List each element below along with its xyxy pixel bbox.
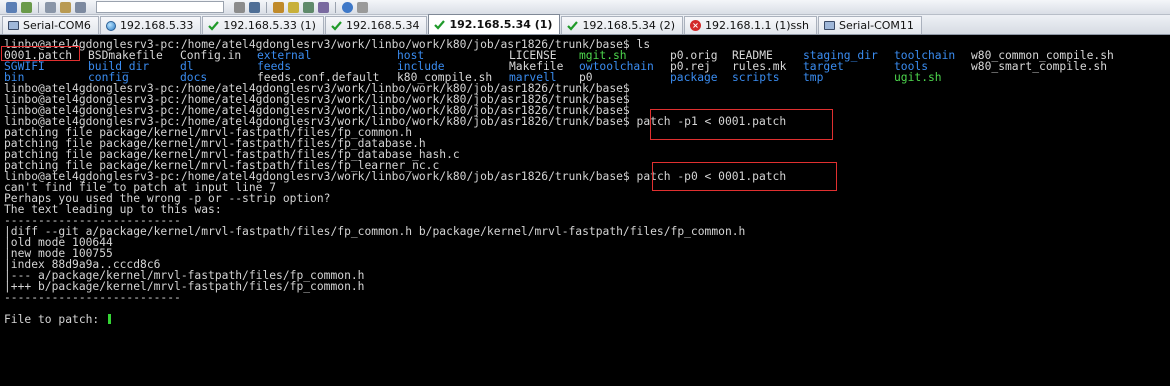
paste-icon[interactable] — [60, 1, 71, 13]
terminal-window[interactable]: linbo@atel4gdonglesrv3-pc:/home/atel4gdo… — [0, 36, 1170, 386]
session-tab-label: Serial-COM6 — [23, 19, 91, 32]
globe-icon — [105, 20, 116, 31]
ls-entry: scripts — [732, 71, 780, 84]
lock-icon[interactable] — [357, 1, 368, 13]
help-icon[interactable] — [342, 1, 353, 13]
check-icon — [567, 20, 579, 31]
session-tab-label: Serial-COM11 — [839, 19, 914, 32]
session-tab-label: 192.168.5.34 — [345, 19, 420, 32]
session-tab-label: 192.168.5.33 (1) — [223, 19, 316, 32]
session-tab-label: 192.168.5.34 (1) — [449, 18, 553, 31]
ls-entry: w80_smart_compile.sh — [971, 60, 1108, 73]
session-tab-bar: Serial-COM6 192.168.5.33 192.168.5.33 (1) 1… — [0, 14, 1170, 35]
session-tab[interactable]: Serial-COM6 — [2, 16, 99, 34]
command-text: ls — [629, 38, 651, 51]
toolbar-separator — [38, 1, 39, 13]
script-icon[interactable] — [303, 1, 314, 13]
search-input[interactable] — [96, 1, 224, 13]
sftp-icon[interactable] — [273, 1, 284, 13]
error-icon: × — [690, 20, 701, 31]
session-tab[interactable]: 192.168.5.34 — [324, 16, 428, 34]
print-icon[interactable] — [234, 1, 245, 13]
check-icon — [331, 20, 342, 31]
find-icon[interactable] — [75, 1, 86, 13]
key-icon[interactable] — [288, 1, 299, 13]
settings-icon[interactable] — [249, 1, 260, 13]
text-cursor[interactable] — [108, 314, 112, 324]
command-text: patch -p0 < 0001.patch — [629, 170, 787, 183]
copy-icon[interactable] — [45, 1, 56, 13]
terminal-line: -------------------------- — [4, 291, 181, 304]
prompt-text: File to patch: — [4, 313, 107, 326]
ls-entry: package — [670, 71, 718, 84]
toolbar-separator — [266, 1, 267, 13]
session-tab-label: 192.168.5.34 (2) — [582, 19, 675, 32]
connect-icon[interactable] — [6, 1, 17, 13]
monitor-icon — [824, 21, 835, 30]
ls-entry: ugit.sh — [894, 71, 942, 84]
command-text: patch -p1 < 0001.patch — [629, 115, 787, 128]
toolbar — [0, 0, 1170, 15]
session-tab[interactable]: × 192.168.1.1 (1)ssh — [684, 16, 817, 34]
toolbar-separator — [335, 1, 336, 13]
session-tab[interactable]: 192.168.5.33 (1) — [202, 16, 324, 34]
session-tab[interactable]: 192.168.5.34 (1) — [428, 14, 561, 34]
check-icon — [208, 20, 220, 31]
session-tab-label: 192.168.1.1 (1)ssh — [705, 19, 809, 32]
ls-entry: tmp — [803, 71, 824, 84]
check-icon — [434, 19, 446, 30]
file-to-patch-prompt: File to patch: — [4, 313, 112, 326]
session-tab[interactable]: 192.168.5.33 — [99, 16, 202, 34]
terminal-line: |diff --git a/package/kernel/mrvl-fastpa… — [4, 225, 746, 238]
keymap-icon[interactable] — [318, 1, 329, 13]
monitor-icon — [8, 21, 19, 30]
session-tab-label: 192.168.5.33 — [119, 19, 194, 32]
session-tab[interactable]: Serial-COM11 — [818, 16, 922, 34]
session-tab[interactable]: 192.168.5.34 (2) — [561, 16, 683, 34]
reconnect-icon[interactable] — [21, 1, 32, 13]
